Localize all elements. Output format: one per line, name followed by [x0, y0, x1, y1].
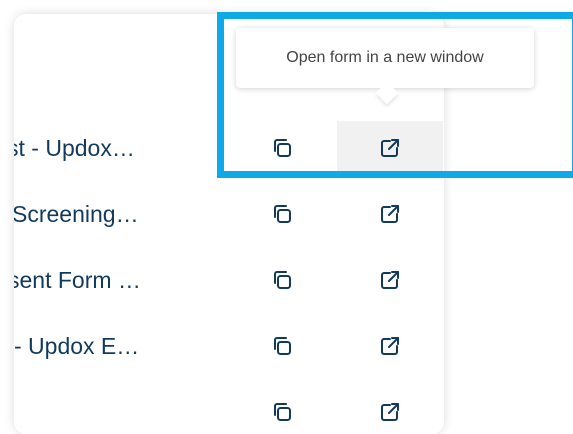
form-row: Screening… — [14, 181, 444, 247]
form-row: - Updox E… — [14, 313, 444, 379]
open-in-new-window-button[interactable] — [337, 319, 443, 373]
form-name[interactable]: st - Updox… — [14, 115, 207, 181]
form-row: sent Form … — [14, 247, 444, 313]
copy-form-button[interactable] — [229, 253, 335, 307]
copy-icon — [270, 136, 294, 160]
form-name[interactable]: - Updox E… — [14, 313, 214, 379]
form-name[interactable]: sent Form … — [14, 247, 208, 313]
copy-form-button[interactable] — [229, 187, 335, 241]
form-name[interactable]: Screening… — [14, 181, 212, 247]
copy-icon — [270, 334, 294, 358]
open-in-new-window-button[interactable] — [337, 187, 443, 241]
form-row: st - Updox… — [14, 115, 444, 181]
open-external-icon — [378, 268, 402, 292]
open-external-icon — [378, 136, 402, 160]
form-row — [14, 379, 444, 434]
open-in-new-window-button[interactable] — [337, 385, 443, 434]
copy-icon — [270, 202, 294, 226]
copy-icon — [270, 400, 294, 424]
form-name[interactable] — [14, 379, 214, 434]
open-external-icon — [378, 202, 402, 226]
copy-form-button[interactable] — [229, 319, 335, 373]
copy-icon — [270, 268, 294, 292]
copy-form-button[interactable] — [229, 121, 335, 175]
open-external-icon — [378, 400, 402, 424]
copy-form-button[interactable] — [229, 385, 335, 434]
open-in-new-window-button[interactable] — [337, 121, 443, 175]
tooltip: Open form in a new window — [236, 28, 534, 88]
open-external-icon — [378, 334, 402, 358]
open-in-new-window-button[interactable] — [337, 253, 443, 307]
tooltip-text: Open form in a new window — [286, 49, 484, 66]
